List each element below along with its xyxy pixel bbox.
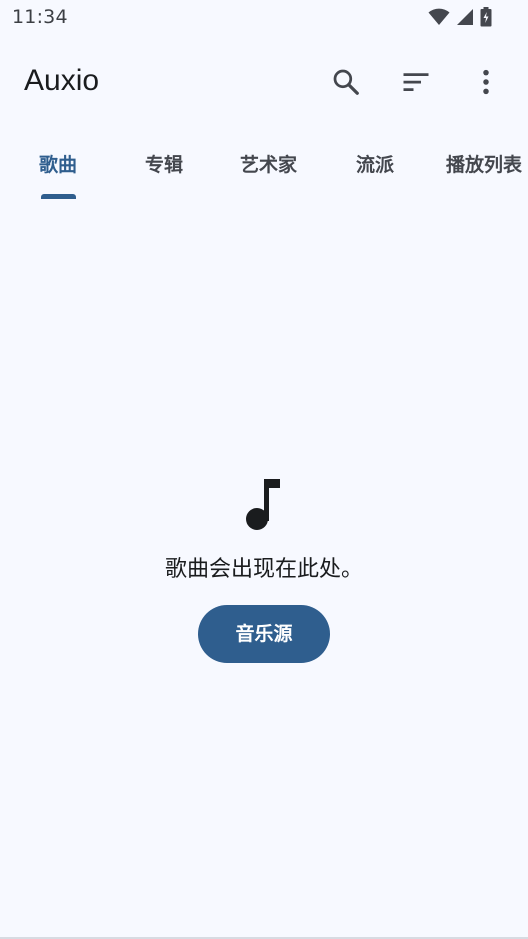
top-app-bar: Auxio xyxy=(0,50,528,116)
tab-artists[interactable]: 艺术家 xyxy=(240,150,297,177)
tab-playlists[interactable]: 播放列表 xyxy=(446,150,522,177)
music-sources-button[interactable]: 音乐源 xyxy=(198,605,330,663)
more-options-button[interactable] xyxy=(462,60,510,108)
tab-albums[interactable]: 专辑 xyxy=(145,150,183,177)
signal-icon xyxy=(456,8,474,26)
app-title: Auxio xyxy=(24,64,100,97)
status-time: 11:34 xyxy=(12,6,68,28)
empty-state: 歌曲会出现在此处。 音乐源 xyxy=(0,475,528,663)
tab-genres[interactable]: 流派 xyxy=(356,150,394,177)
sort-button[interactable] xyxy=(392,60,440,108)
app-bar-actions xyxy=(300,60,510,108)
more-vert-icon xyxy=(471,67,501,101)
search-button[interactable] xyxy=(322,60,370,108)
music-note-icon xyxy=(0,475,528,533)
tab-indicator xyxy=(41,194,76,199)
tab-songs[interactable]: 歌曲 xyxy=(39,150,77,177)
status-icons xyxy=(428,7,492,27)
search-icon xyxy=(331,67,361,101)
wifi-icon xyxy=(428,8,450,26)
tab-bar: 歌曲 专辑 艺术家 流派 播放列表 xyxy=(0,138,528,200)
sort-icon xyxy=(401,67,431,101)
status-bar: 11:34 xyxy=(0,0,528,36)
empty-message: 歌曲会出现在此处。 xyxy=(164,557,363,582)
battery-icon xyxy=(480,7,492,27)
